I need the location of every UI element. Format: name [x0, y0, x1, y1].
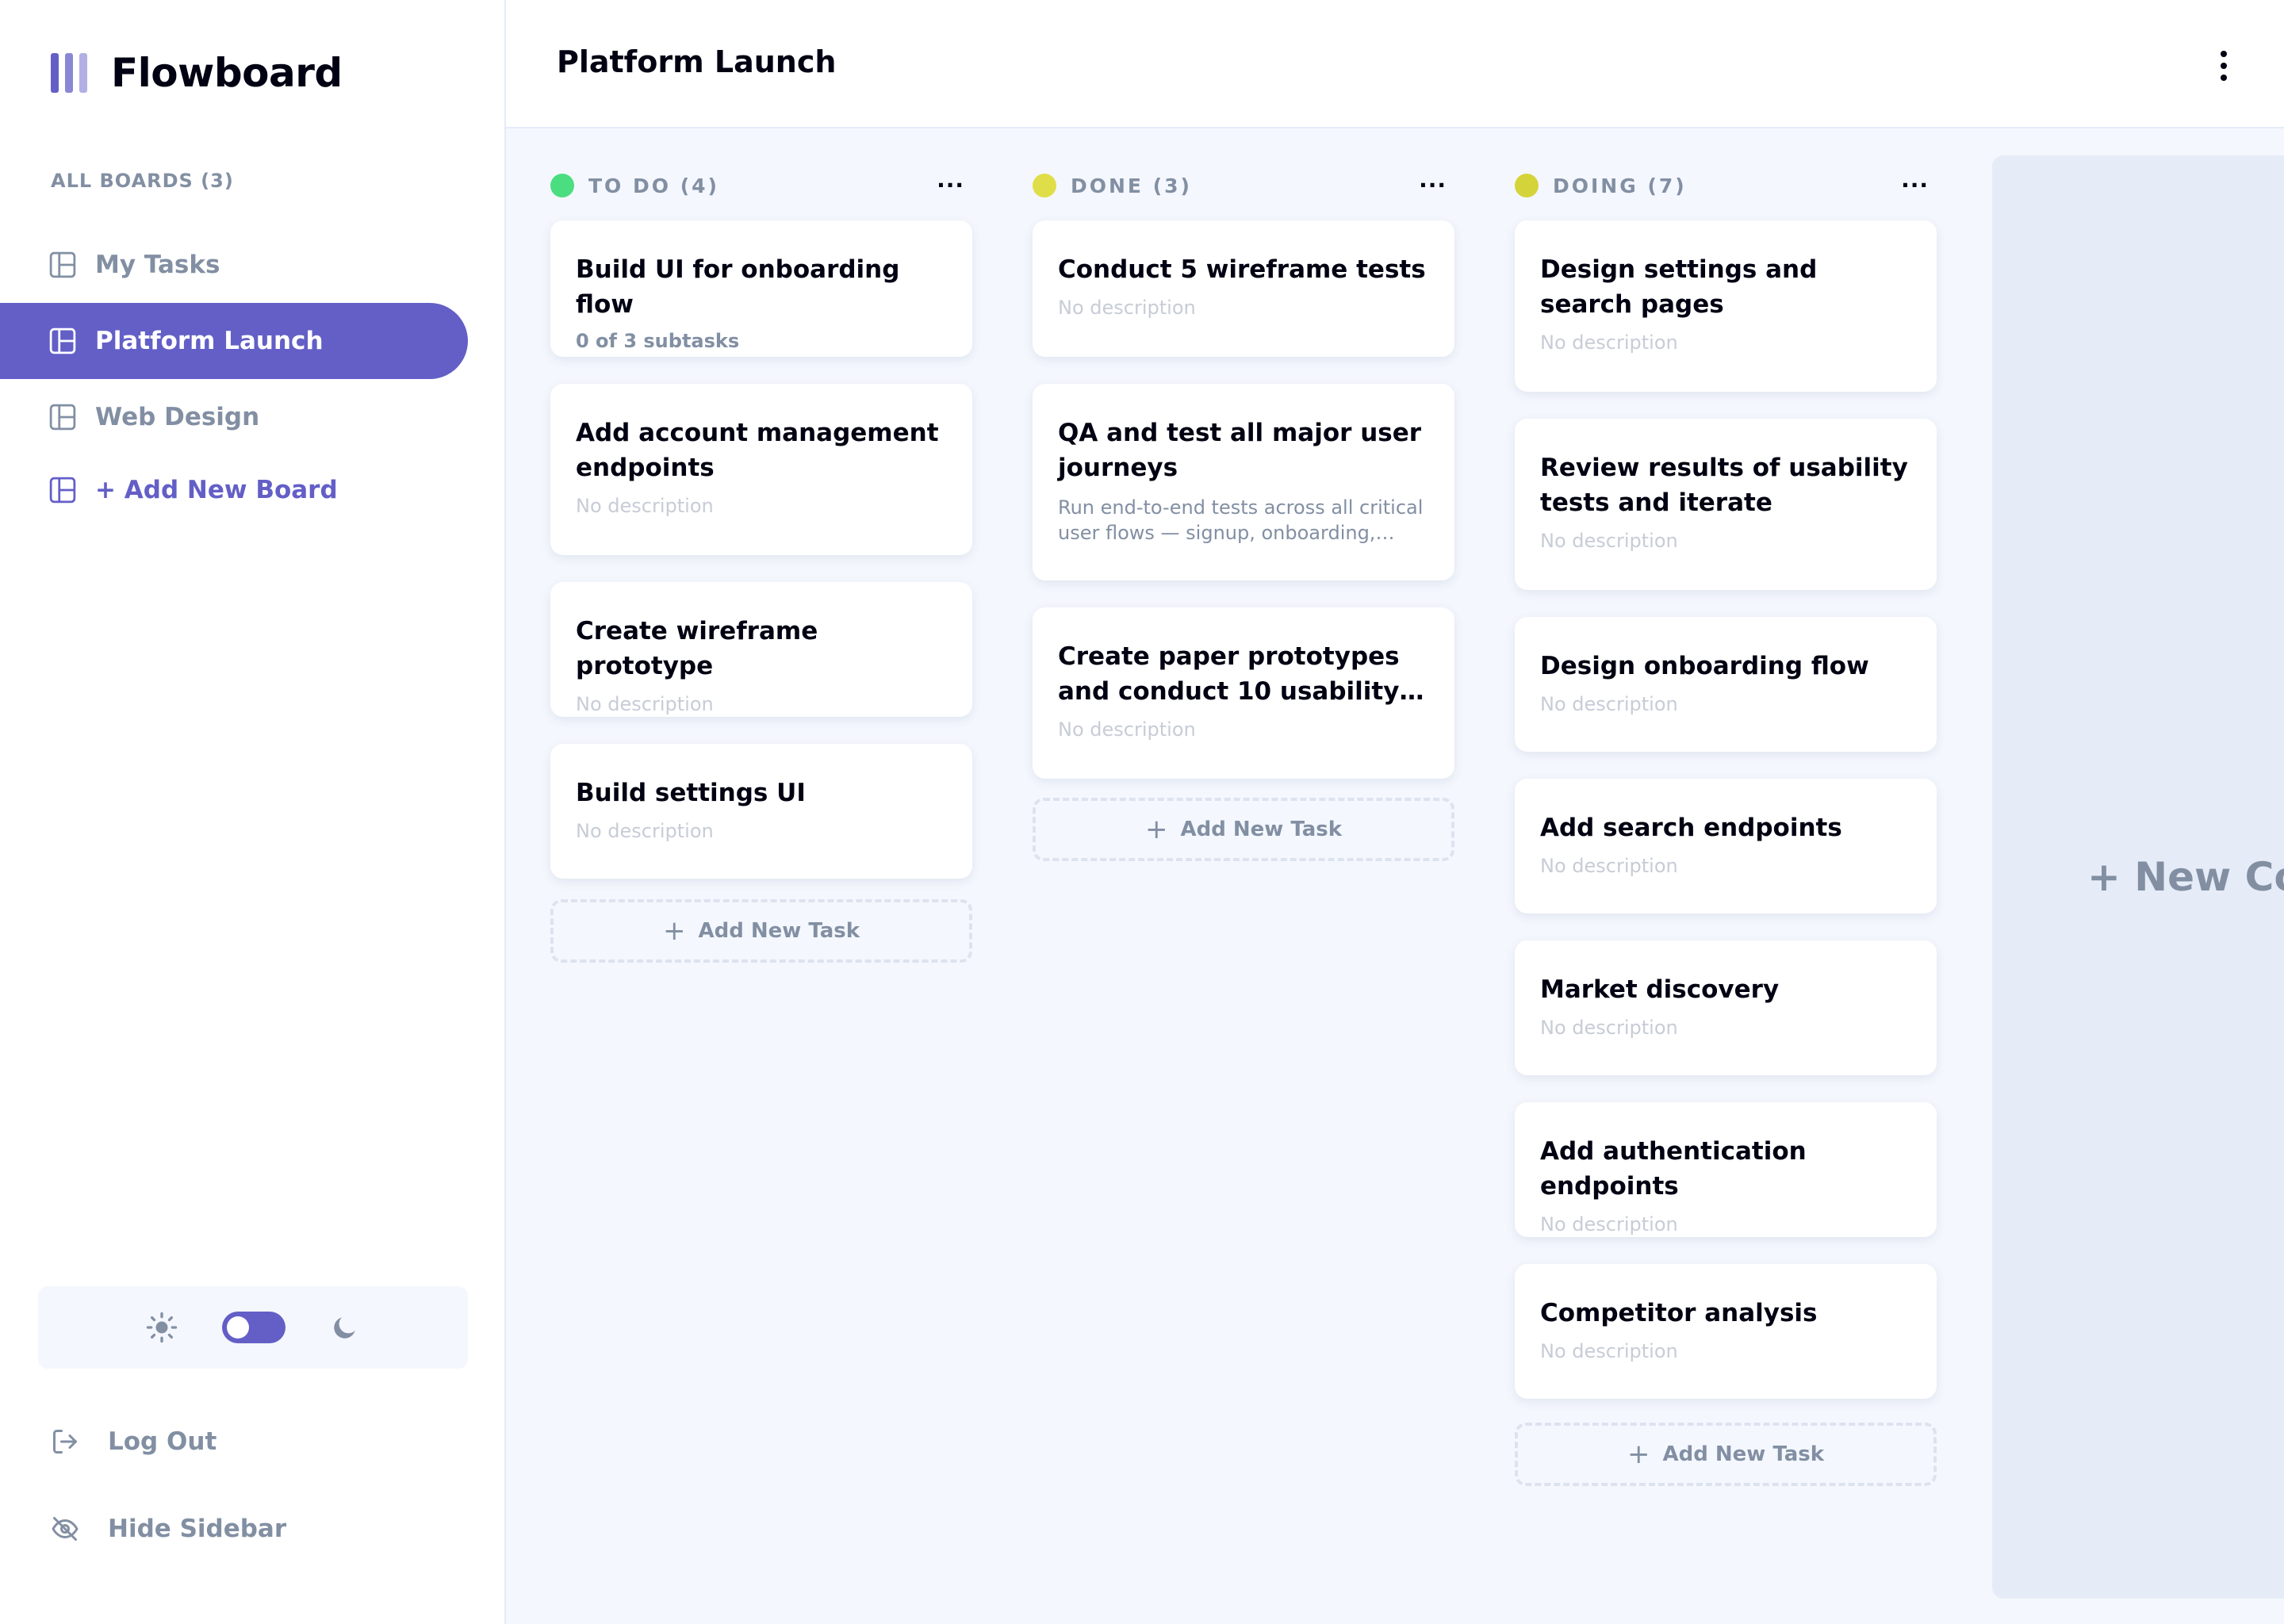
sidebar-item-my-tasks[interactable]: My Tasks [0, 227, 468, 303]
task-card[interactable]: Competitor analysis No description [1515, 1264, 1937, 1399]
add-task-button[interactable]: + Add New Task [550, 899, 972, 963]
task-title: Add search endpoints [1540, 814, 1842, 842]
column-header: DONE (3) ··· [1033, 171, 1454, 200]
board-list: My Tasks Platform Launch Web Design + Ad… [0, 227, 468, 525]
app-name: Flowboard [111, 50, 343, 96]
sidebar-item-label: My Tasks [95, 251, 220, 279]
board-icon [49, 251, 76, 278]
new-column-label: + New Column [2087, 854, 2284, 900]
board-icon [49, 404, 76, 431]
switch-knob [227, 1316, 249, 1339]
task-card[interactable]: QA and test all major user journeys Run … [1033, 384, 1454, 580]
kebab-icon[interactable] [2214, 48, 2233, 84]
task-description: No description [1540, 1213, 1678, 1235]
sun-icon [146, 1312, 178, 1343]
task-description: No description [1540, 693, 1678, 715]
task-title: Build settings UI [576, 779, 806, 807]
board-icon [49, 477, 76, 504]
task-title: Conduct 5 wireframe tests [1058, 255, 1426, 284]
task-description: No description [1058, 718, 1196, 741]
task-title: Add account management endpoints [576, 419, 939, 482]
status-dot [1033, 174, 1056, 197]
app-root: Flowboard ALL BOARDS (3) My Tasks Platfo… [0, 0, 2284, 1624]
add-task-button[interactable]: + Add New Task [1515, 1423, 1937, 1486]
new-column-button[interactable]: + New Column [1992, 155, 2284, 1599]
task-title: Competitor analysis [1540, 1299, 1818, 1327]
sidebar: Flowboard ALL BOARDS (3) My Tasks Platfo… [0, 0, 506, 1624]
add-task-label: Add New Task [698, 919, 860, 943]
task-title: Build UI for onboarding flow [576, 255, 900, 319]
ellipsis-icon[interactable]: ··· [937, 174, 964, 197]
task-card[interactable]: Create wireframe prototype No descriptio… [550, 582, 972, 717]
board: TO DO (4) ··· Build UI for onboarding fl… [506, 128, 2284, 1624]
status-dot [550, 174, 574, 197]
sidebar-item-platform-launch[interactable]: Platform Launch [0, 303, 468, 379]
sidebar-item-web-design[interactable]: Web Design [0, 379, 468, 455]
task-description: No description [576, 820, 714, 842]
task-card[interactable]: Build UI for onboarding flow 0 of 3 subt… [550, 220, 972, 357]
theme-switch[interactable] [222, 1312, 286, 1343]
task-card[interactable]: Add authentication endpoints No descript… [1515, 1102, 1937, 1237]
header: Platform Launch [506, 0, 2284, 128]
sidebar-item-label: Platform Launch [95, 327, 324, 355]
boards-heading: ALL BOARDS (3) [51, 170, 234, 192]
plus-icon: + [1627, 1438, 1650, 1470]
task-card[interactable]: Market discovery No description [1515, 940, 1937, 1075]
task-card[interactable]: Design onboarding flow No description [1515, 617, 1937, 752]
add-task-button[interactable]: + Add New Task [1033, 798, 1454, 861]
task-title: QA and test all major user journeys [1058, 419, 1422, 482]
column-header: DOING (7) ··· [1515, 171, 1937, 200]
task-title: Design onboarding flow [1540, 652, 1869, 680]
task-description: No description [1540, 855, 1678, 877]
task-description: No description [576, 495, 714, 517]
logout-label: Log Out [108, 1427, 217, 1456]
task-title: Review results of usability tests and it… [1540, 454, 1908, 517]
task-description: No description [576, 693, 714, 715]
hide-sidebar-label: Hide Sidebar [108, 1515, 287, 1543]
logo: Flowboard [51, 49, 343, 97]
ellipsis-icon[interactable]: ··· [1419, 174, 1447, 197]
task-card[interactable]: Add search endpoints No description [1515, 779, 1937, 914]
task-card[interactable]: Build settings UI No description [550, 744, 972, 879]
task-title: Market discovery [1540, 975, 1780, 1004]
subtask-count: 0 of 3 subtasks [576, 330, 740, 352]
column-header: TO DO (4) ··· [550, 171, 972, 200]
plus-icon: + [662, 915, 686, 947]
logout-button[interactable]: Log Out [51, 1427, 217, 1456]
column-title: DOING (7) [1553, 174, 1687, 197]
add-board-label: + Add New Board [95, 476, 338, 504]
task-card[interactable]: Create paper prototypes and conduct 10 u… [1033, 607, 1454, 779]
task-title: Create paper prototypes and conduct 10 u… [1058, 642, 1400, 706]
task-card[interactable]: Add account management endpoints No desc… [550, 384, 972, 555]
status-dot [1515, 174, 1539, 197]
task-description: No description [1540, 331, 1678, 354]
logout-icon [53, 1430, 77, 1454]
theme-toggle [38, 1286, 468, 1369]
task-card[interactable]: Design settings and search pages No desc… [1515, 220, 1937, 392]
plus-icon: + [1144, 814, 1168, 845]
task-title: Add authentication endpoints [1540, 1137, 1807, 1201]
task-description: No description [1058, 297, 1196, 319]
add-board-button[interactable]: + Add New Board [0, 455, 468, 525]
hide-sidebar-button[interactable]: Hide Sidebar [51, 1515, 286, 1543]
logo-icon [51, 53, 87, 93]
add-task-label: Add New Task [1180, 818, 1343, 841]
task-description: No description [1540, 1017, 1678, 1039]
task-card[interactable]: Conduct 5 wireframe tests No description [1033, 220, 1454, 357]
task-card[interactable]: Review results of usability tests and it… [1515, 419, 1937, 590]
add-task-label: Add New Task [1662, 1442, 1825, 1466]
task-description: No description [1540, 1340, 1678, 1362]
moon-icon [334, 1317, 355, 1339]
ellipsis-icon[interactable]: ··· [1901, 174, 1929, 197]
task-title: Create wireframe prototype [576, 617, 818, 680]
page-title: Platform Launch [557, 44, 837, 79]
column-title: DONE (3) [1071, 174, 1192, 197]
task-description: No description [1540, 530, 1678, 552]
sidebar-item-label: Web Design [95, 403, 260, 431]
task-title: Design settings and search pages [1540, 255, 1818, 319]
column-title: TO DO (4) [588, 174, 719, 197]
board-icon [49, 327, 76, 354]
task-description: Run end-to-end tests across all critical… [1058, 496, 1424, 544]
eye-slash-icon [52, 1517, 79, 1541]
